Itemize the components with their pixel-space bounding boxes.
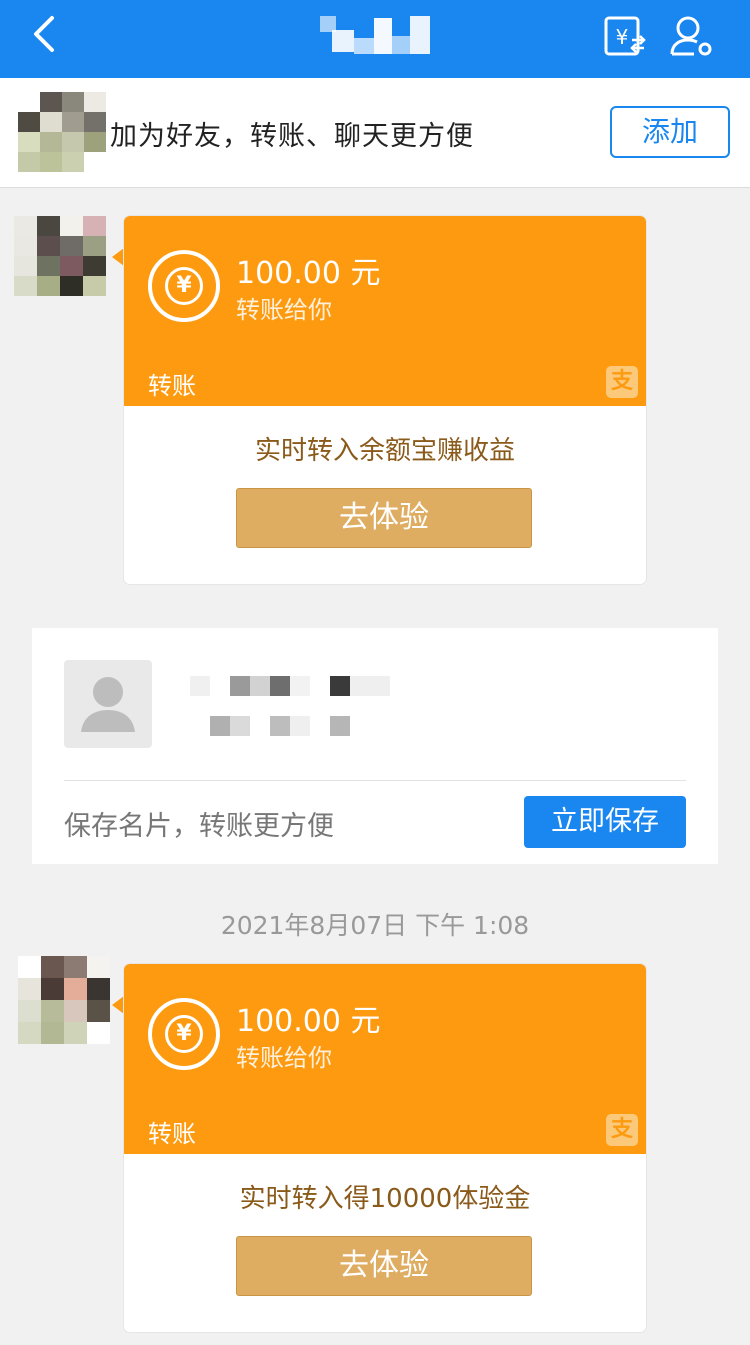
contact-card: 保存名片，转账更方便 立即保存 bbox=[32, 628, 718, 864]
save-now-button[interactable]: 立即保存 bbox=[524, 796, 686, 848]
bubble-pointer bbox=[112, 996, 124, 1014]
bubble-pointer bbox=[112, 248, 124, 266]
message-timestamp: 2021年8月07日 下午 1:08 bbox=[220, 911, 530, 940]
sender-avatar-pixelated[interactable] bbox=[18, 956, 110, 1044]
transfer-subtitle: 转账给你 bbox=[236, 1044, 332, 1072]
svg-text:¥: ¥ bbox=[616, 25, 629, 49]
alipay-logo-icon: 支 bbox=[606, 1114, 638, 1146]
transfer-type-label: 转账 bbox=[148, 372, 196, 400]
sender-avatar-pixelated[interactable] bbox=[14, 216, 106, 296]
try-it-button[interactable]: 去体验 bbox=[236, 488, 532, 548]
try-it-button[interactable]: 去体验 bbox=[236, 1236, 532, 1296]
transfer-card[interactable]: ¥ 100.00 元 转账给你 转账 支 实时转入余额宝赚收益 去体验 bbox=[124, 216, 646, 584]
transfer-card-promo: 实时转入得10000体验金 去体验 bbox=[124, 1154, 646, 1332]
transfer-amount: 100.00 元 bbox=[236, 1004, 381, 1039]
default-avatar-icon[interactable] bbox=[64, 660, 152, 748]
add-friend-banner: 加为好友，转账、聊天更方便 添加 bbox=[0, 78, 750, 188]
transfer-card-promo: 实时转入余额宝赚收益 去体验 bbox=[124, 406, 646, 584]
back-chevron-icon[interactable] bbox=[26, 14, 66, 58]
yuan-transfer-coin-icon: ¥ bbox=[148, 998, 220, 1070]
transfer-card-header: ¥ 100.00 元 转账给你 转账 支 bbox=[124, 964, 646, 1154]
add-friend-button[interactable]: 添加 bbox=[610, 106, 730, 158]
transfer-amount: 100.00 元 bbox=[236, 256, 381, 291]
alipay-logo-icon: 支 bbox=[606, 366, 638, 398]
add-friend-hint: 加为好友，转账、聊天更方便 bbox=[110, 121, 474, 152]
yuan-transfer-icon[interactable]: ¥ bbox=[602, 14, 646, 58]
transfer-subtitle: 转账给你 bbox=[236, 296, 332, 324]
transfer-card-header: ¥ 100.00 元 转账给你 转账 支 bbox=[124, 216, 646, 406]
save-card-hint: 保存名片，转账更方便 bbox=[64, 811, 334, 842]
yuan-transfer-coin-icon: ¥ bbox=[148, 250, 220, 322]
transfer-type-label: 转账 bbox=[148, 1120, 196, 1148]
promo-text: 实时转入余额宝赚收益 bbox=[254, 436, 515, 466]
top-nav-bar: ¥ bbox=[0, 0, 750, 78]
promo-text: 实时转入得10000体验金 bbox=[239, 1184, 531, 1214]
transfer-card[interactable]: ¥ 100.00 元 转账给你 转账 支 实时转入得10000体验金 去体验 bbox=[124, 964, 646, 1332]
contact-avatar-pixelated[interactable] bbox=[18, 92, 112, 174]
chat-title-redacted bbox=[320, 16, 432, 56]
divider bbox=[64, 780, 686, 781]
person-settings-icon[interactable] bbox=[668, 14, 714, 58]
